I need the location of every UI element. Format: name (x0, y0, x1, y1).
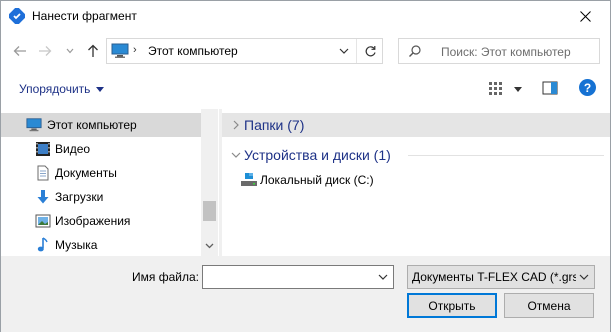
sidebar-scrollbar[interactable] (201, 109, 218, 256)
documents-icon (37, 165, 49, 181)
navigation-pane: Этот компьютер Видео Документы Загрузки (1, 109, 219, 256)
sidebar-item-downloads[interactable]: Загрузки (1, 185, 201, 209)
refresh-button[interactable] (360, 42, 380, 60)
app-logo-icon (9, 8, 25, 24)
drive-label: Локальный диск (C:) (260, 173, 374, 187)
chevron-down-icon (66, 48, 74, 54)
video-icon (36, 142, 50, 156)
chevron-down-icon (231, 152, 241, 158)
file-list-area: Папки (7) Устройства и диски (1) Локальн… (222, 109, 610, 256)
computer-icon (111, 43, 129, 58)
up-button[interactable] (83, 40, 103, 62)
filename-field[interactable] (202, 265, 394, 289)
group-divider-line (408, 155, 604, 156)
navigation-bar: › Этот компьютер Поиск: Этот компьютер (1, 32, 610, 70)
address-bar[interactable]: › Этот компьютер (106, 38, 383, 64)
filename-label: Имя файла: (132, 270, 199, 284)
command-toolbar: Упорядочить ? (1, 70, 610, 109)
chevron-down-icon[interactable] (377, 271, 389, 283)
search-icon (409, 45, 421, 57)
sidebar-item-label: Документы (55, 166, 117, 180)
search-placeholder: Поиск: Этот компьютер (441, 45, 571, 59)
file-type-select[interactable]: Документы T-FLEX CAD (*.grs, (407, 265, 595, 289)
arrow-up-icon (88, 44, 98, 57)
sidebar-item-label: Изображения (55, 214, 131, 228)
preview-pane-icon[interactable] (542, 80, 558, 96)
file-type-value: Документы T-FLEX CAD (*.grs, (412, 270, 576, 284)
organize-label: Упорядочить (19, 82, 91, 96)
title-bar: Нанести фрагмент (1, 1, 610, 32)
downloads-icon (37, 190, 49, 204)
caret-down-icon (514, 87, 522, 92)
chevron-down-icon[interactable] (336, 44, 352, 58)
sidebar-item-label: Музыка (55, 238, 98, 252)
group-label: Устройства и диски (1) (244, 147, 391, 163)
organize-button[interactable]: Упорядочить (19, 82, 105, 96)
breadcrumb-current[interactable]: Этот компьютер (148, 44, 238, 58)
close-icon (579, 11, 591, 22)
music-icon (37, 237, 48, 252)
arrow-right-icon (39, 46, 52, 56)
search-input[interactable]: Поиск: Этот компьютер (398, 38, 600, 64)
open-button[interactable]: Открыть (407, 293, 497, 318)
arrow-left-icon (13, 46, 26, 56)
sidebar-item-video[interactable]: Видео (1, 137, 201, 161)
chevron-down-icon (205, 243, 214, 248)
recent-locations-button[interactable] (63, 40, 77, 62)
sidebar-item-pictures[interactable]: Изображения (1, 209, 201, 233)
sidebar-item-this-pc[interactable]: Этот компьютер (1, 113, 201, 137)
sidebar-item-label: Загрузки (55, 190, 104, 204)
scroll-down-button[interactable] (204, 240, 215, 251)
back-button[interactable] (10, 40, 30, 62)
sidebar-item-label: Этот компьютер (47, 118, 137, 132)
caret-down-icon (96, 86, 105, 92)
dialog-footer: Имя файла: Документы T-FLEX CAD (*.grs, … (1, 256, 610, 332)
breadcrumb-separator[interactable]: › (133, 44, 137, 56)
change-view-button[interactable] (488, 79, 528, 99)
refresh-icon (365, 45, 376, 56)
group-header-devices[interactable]: Устройства и диски (1) (222, 143, 610, 167)
computer-icon (26, 118, 42, 132)
group-label: Папки (7) (244, 117, 305, 133)
address-divider (356, 39, 357, 63)
help-button[interactable]: ? (579, 79, 596, 96)
chevron-down-icon (579, 274, 589, 280)
scrollbar-thumb[interactable] (203, 201, 216, 221)
cancel-button[interactable]: Отмена (504, 293, 594, 318)
sidebar-item-music[interactable]: Музыка (1, 233, 201, 257)
local-disk-icon (241, 173, 257, 186)
sidebar-item-label: Видео (55, 142, 91, 156)
chevron-right-icon (233, 120, 239, 130)
filename-input[interactable] (205, 268, 371, 286)
file-dialog-window: Нанести фрагмент › Этот компьютер Поиск:… (0, 0, 611, 332)
view-grid-icon (489, 82, 502, 95)
forward-button[interactable] (35, 40, 55, 62)
pictures-icon (35, 214, 51, 228)
sidebar-item-documents[interactable]: Документы (1, 161, 201, 185)
close-button[interactable] (566, 1, 604, 32)
group-header-folders[interactable]: Папки (7) (222, 113, 610, 137)
window-title: Нанести фрагмент (32, 9, 137, 23)
